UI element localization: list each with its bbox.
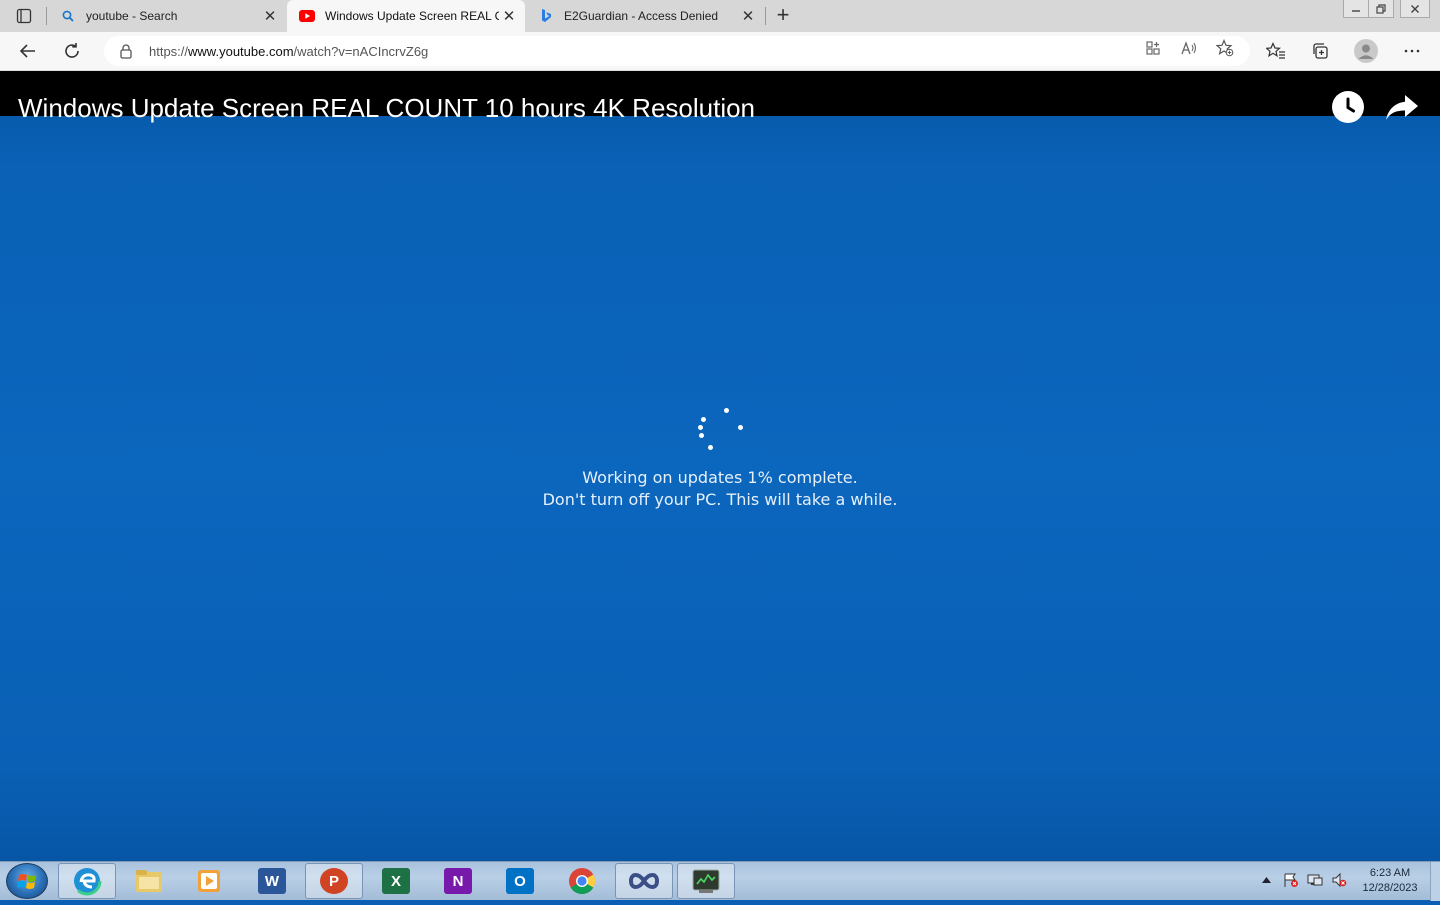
favorites-icon xyxy=(1266,42,1285,59)
collections-button[interactable] xyxy=(1305,37,1335,65)
close-window-button[interactable] xyxy=(1400,0,1430,18)
tab-youtube-search[interactable]: youtube - Search ✕ xyxy=(48,0,286,32)
watch-later-button[interactable] xyxy=(1332,91,1364,123)
system-clock[interactable]: 6:23 AM 12/28/2023 xyxy=(1352,866,1428,896)
spinner-dot xyxy=(708,445,713,450)
chevron-up-icon xyxy=(1261,877,1271,883)
tab-e2guardian[interactable]: E2Guardian - Access Denied ✕ xyxy=(526,0,764,32)
search-icon xyxy=(60,8,76,24)
media-player-icon xyxy=(198,870,220,892)
tab-strip: youtube - Search ✕ Windows Update Screen… xyxy=(0,0,1440,32)
share-icon xyxy=(1386,95,1418,120)
settings-more-button[interactable] xyxy=(1397,37,1427,65)
taskbar-file-explorer[interactable] xyxy=(120,863,178,899)
volume-muted-icon[interactable] xyxy=(1331,872,1347,888)
taskbar-chrome[interactable] xyxy=(553,863,611,899)
navigation-bar: https://www.youtube.com/watch?v=nACIncrv… xyxy=(0,32,1440,71)
onenote-icon: N xyxy=(444,868,472,894)
outlook-icon: O xyxy=(506,868,534,894)
spinner-dot xyxy=(701,417,706,422)
add-favorite-icon[interactable] xyxy=(1215,38,1235,58)
clock-icon xyxy=(1346,97,1355,113)
spinner-dot xyxy=(698,425,703,430)
video-player[interactable]: Windows Update Screen REAL COUNT 10 hour… xyxy=(0,71,1440,861)
show-hidden-icons[interactable] xyxy=(1258,872,1274,888)
lock-icon[interactable] xyxy=(118,43,134,59)
start-button[interactable] xyxy=(6,863,48,899)
taskbar-edge[interactable] xyxy=(58,863,116,899)
url-text[interactable]: https://www.youtube.com/watch?v=nACIncrv… xyxy=(149,44,428,59)
back-button[interactable] xyxy=(12,37,42,65)
tab-actions-button[interactable] xyxy=(10,6,38,26)
close-tab-icon[interactable]: ✕ xyxy=(260,6,280,26)
minimize-icon xyxy=(1352,9,1360,12)
favorites-button[interactable] xyxy=(1261,37,1291,65)
divider xyxy=(46,7,47,25)
loading-spinner xyxy=(690,404,750,454)
terminal-icon xyxy=(692,869,720,893)
taskbar: W P X N O 6:23 AM 12/28/2023 xyxy=(0,861,1440,901)
share-button[interactable] xyxy=(1385,92,1419,122)
taskbar-media-player[interactable] xyxy=(180,863,238,899)
tab-windows-update-video[interactable]: Windows Update Screen REAL C ✕ xyxy=(287,0,525,32)
profile-button[interactable] xyxy=(1351,37,1381,65)
spinner-dot xyxy=(738,425,743,430)
close-icon xyxy=(1411,4,1419,13)
youtube-icon xyxy=(299,8,315,24)
update-warning-text: Don't turn off your PC. This will take a… xyxy=(542,490,898,509)
tab-title: youtube - Search xyxy=(86,9,178,23)
refresh-button[interactable] xyxy=(57,37,87,65)
close-tab-icon[interactable]: ✕ xyxy=(738,6,758,26)
windows-logo-icon xyxy=(17,874,36,889)
clock-date: 12/28/2023 xyxy=(1362,882,1418,894)
taskbar-word[interactable]: W xyxy=(243,863,301,899)
close-tab-icon[interactable]: ✕ xyxy=(499,6,519,26)
new-tab-button[interactable]: + xyxy=(770,4,796,28)
read-aloud-icon[interactable] xyxy=(1179,38,1199,58)
tab-title: E2Guardian - Access Denied xyxy=(564,9,719,23)
action-center-icon[interactable] xyxy=(1283,872,1299,888)
chrome-icon xyxy=(569,868,596,895)
show-desktop-button[interactable] xyxy=(1430,862,1440,901)
bing-icon xyxy=(538,8,554,24)
taskbar-terminal-app[interactable] xyxy=(677,863,735,899)
minimize-button[interactable] xyxy=(1343,0,1369,18)
video-title[interactable]: Windows Update Screen REAL COUNT 10 hour… xyxy=(18,93,755,124)
word-icon: W xyxy=(258,868,286,894)
update-status-text: Working on updates 1% complete. xyxy=(582,468,858,487)
powerpoint-icon: P xyxy=(320,868,348,894)
folder-icon xyxy=(136,870,162,892)
taskbar-powerpoint[interactable]: P xyxy=(305,863,363,899)
infinity-icon xyxy=(628,873,660,889)
taskbar-onenote[interactable]: N xyxy=(429,863,487,899)
more-dots-icon xyxy=(1404,49,1420,53)
taskbar-infinity-app[interactable] xyxy=(615,863,673,899)
restore-icon xyxy=(1376,3,1386,14)
taskbar-excel[interactable]: X xyxy=(367,863,425,899)
tab-title: Windows Update Screen REAL C xyxy=(325,9,499,23)
taskbar-outlook[interactable]: O xyxy=(491,863,549,899)
tab-actions-icon xyxy=(16,8,32,24)
address-bar[interactable]: https://www.youtube.com/watch?v=nACIncrv… xyxy=(104,36,1250,66)
collections-icon xyxy=(1313,43,1328,59)
avatar xyxy=(1354,39,1378,63)
spinner-dot xyxy=(724,408,729,413)
divider xyxy=(765,7,766,25)
edge-icon xyxy=(72,866,102,896)
excel-icon: X xyxy=(382,868,410,894)
clock-time: 6:23 AM xyxy=(1369,867,1411,879)
spinner-dot xyxy=(699,433,704,438)
refresh-icon xyxy=(65,43,79,58)
network-icon[interactable] xyxy=(1307,872,1323,888)
back-arrow-icon xyxy=(19,44,35,58)
app-available-icon[interactable] xyxy=(1143,38,1163,58)
restore-button[interactable] xyxy=(1368,0,1394,18)
